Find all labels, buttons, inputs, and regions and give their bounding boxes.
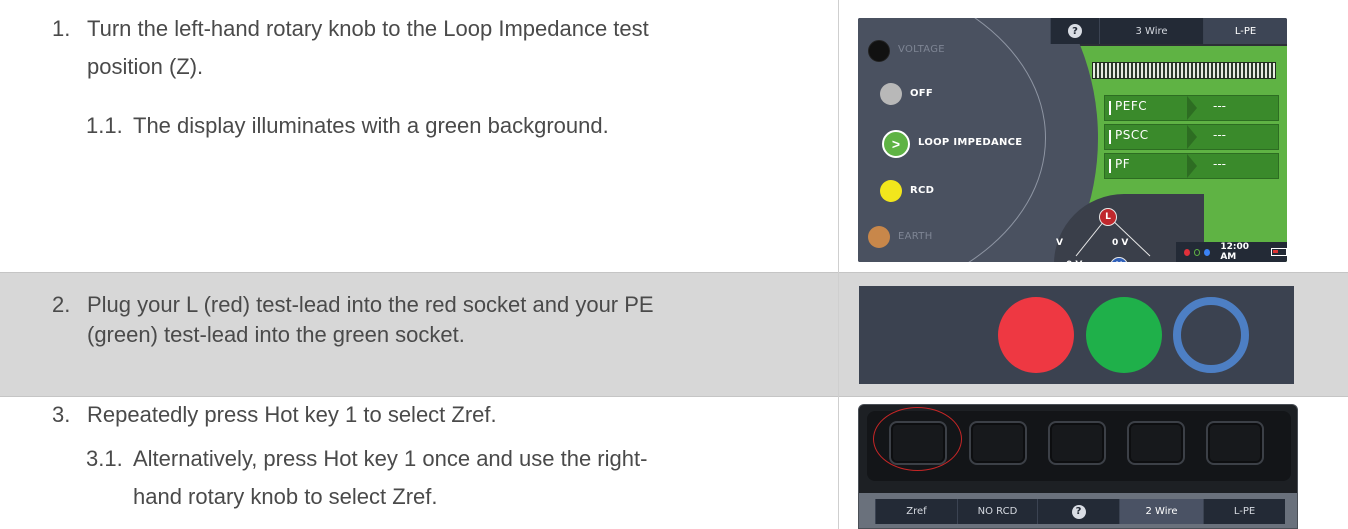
step-text-line: The display illuminates with a green bac… bbox=[133, 113, 609, 138]
step-number: 3.1. bbox=[86, 446, 123, 471]
step-text-line: position (Z). bbox=[87, 54, 204, 79]
hot-key-1-highlight bbox=[873, 407, 962, 471]
reading-row: PSCC --- bbox=[1104, 124, 1279, 150]
ring-socket bbox=[1173, 297, 1249, 373]
reading-divider bbox=[1187, 154, 1197, 178]
meter-tab-bar: ? 3 Wire L-PE bbox=[1050, 18, 1287, 44]
bargraph bbox=[1092, 62, 1276, 79]
knob-dot-off bbox=[880, 83, 902, 105]
step-number: 3. bbox=[52, 402, 71, 427]
instruction-table: 1. Turn the left-hand rotary knob to the… bbox=[0, 0, 1348, 529]
status-bar: 12:00 AM bbox=[1176, 242, 1287, 262]
hot-key-2 bbox=[969, 421, 1027, 465]
hot-key-4 bbox=[1127, 421, 1185, 465]
reading-value: --- bbox=[1213, 128, 1226, 142]
row-divider bbox=[0, 396, 1348, 397]
reading-value: --- bbox=[1213, 99, 1226, 113]
hot-key-5 bbox=[1206, 421, 1264, 465]
tab-3-wire: 3 Wire bbox=[1099, 18, 1203, 44]
status-dot-red bbox=[1184, 248, 1191, 256]
hot-key-3 bbox=[1048, 421, 1106, 465]
tab-l-pe: L-PE bbox=[1203, 499, 1285, 524]
clock-time: 12:00 AM bbox=[1220, 242, 1249, 262]
status-dot-blue bbox=[1204, 248, 1211, 256]
chevron-right-icon: > bbox=[882, 130, 910, 158]
reading-marker bbox=[1109, 159, 1111, 173]
step-number: 1.1. bbox=[86, 113, 123, 138]
step-number: 2. bbox=[52, 292, 71, 317]
step-text-line: Alternatively, press Hot key 1 once and … bbox=[133, 446, 648, 471]
knob-label-earth: EARTH bbox=[898, 231, 933, 242]
step-text-line: (green) test-lead into the green socket. bbox=[87, 322, 465, 347]
column-divider bbox=[838, 0, 839, 529]
reading-label: PEFC bbox=[1115, 99, 1148, 113]
step-text-line: hand rotary knob to select Zref. bbox=[133, 484, 438, 509]
reading-label: PF bbox=[1115, 157, 1131, 171]
step-text-line: Turn the left-hand rotary knob to the Lo… bbox=[87, 16, 649, 41]
reading-divider bbox=[1187, 125, 1197, 149]
status-dot-green bbox=[1194, 248, 1201, 256]
tab-no-rcd: NO RCD bbox=[957, 499, 1037, 524]
socket-panel-image bbox=[859, 286, 1294, 384]
red-socket bbox=[998, 297, 1074, 373]
row-divider bbox=[0, 272, 1348, 273]
step-text-line: Plug your L (red) test-lead into the red… bbox=[87, 292, 654, 317]
lead-l-icon: L bbox=[1099, 208, 1117, 226]
knob-label-off: OFF bbox=[910, 88, 934, 99]
knob-dot-voltage bbox=[868, 40, 890, 62]
step-number: 1. bbox=[52, 16, 71, 41]
knob-label-loop-impedance: LOOP IMPEDANCE bbox=[918, 137, 1023, 148]
knob-label-voltage: VOLTAGE bbox=[898, 44, 945, 55]
tab-help: ? bbox=[1050, 18, 1099, 44]
knob-label-rcd: RCD bbox=[910, 185, 935, 196]
step-row-1: 1. Turn the left-hand rotary knob to the… bbox=[0, 0, 1348, 272]
reading-row: PEFC --- bbox=[1104, 95, 1279, 121]
hotkey-panel-image: Zref NO RCD ? 2 Wire L-PE bbox=[858, 404, 1298, 529]
help-icon: ? bbox=[1068, 24, 1082, 38]
tab-l-pe: L-PE bbox=[1203, 18, 1287, 44]
reading-row: PF --- bbox=[1104, 153, 1279, 179]
tab-zref: Zref bbox=[875, 499, 957, 524]
reading-marker bbox=[1109, 101, 1111, 115]
meter-display-image: VOLTAGE OFF > LOOP IMPEDANCE RCD EARTH ?… bbox=[858, 18, 1287, 262]
reading-label: PSCC bbox=[1115, 128, 1149, 142]
reading-marker bbox=[1109, 130, 1111, 144]
knob-dot-rcd bbox=[880, 180, 902, 202]
tab-help: ? bbox=[1037, 499, 1119, 524]
step-text-line: Repeatedly press Hot key 1 to select Zre… bbox=[87, 402, 497, 427]
hotkey-tab-bar: Zref NO RCD ? 2 Wire L-PE bbox=[875, 499, 1285, 524]
voltage-reading: 0 V bbox=[1112, 238, 1129, 248]
voltage-reading: 0 V bbox=[1066, 260, 1082, 262]
tab-2-wire: 2 Wire bbox=[1119, 499, 1203, 524]
reading-divider bbox=[1187, 96, 1197, 120]
battery-icon bbox=[1271, 248, 1287, 256]
reading-value: --- bbox=[1213, 157, 1226, 171]
green-socket bbox=[1086, 297, 1162, 373]
voltage-reading: V bbox=[1056, 238, 1063, 248]
help-icon: ? bbox=[1071, 504, 1086, 519]
knob-dot-earth bbox=[868, 226, 890, 248]
